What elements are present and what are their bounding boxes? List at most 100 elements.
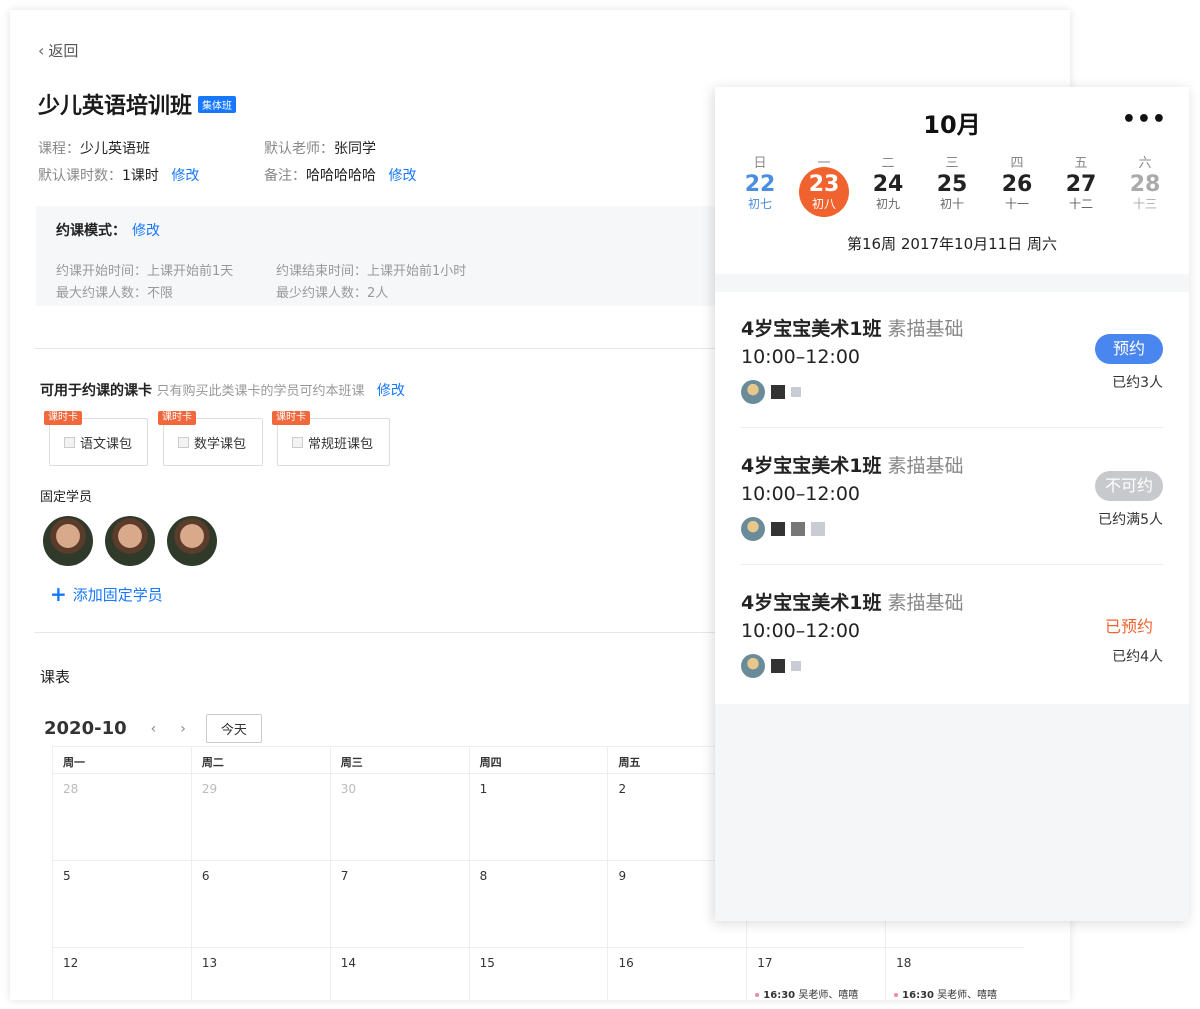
card-name: 数学课包 bbox=[194, 436, 247, 452]
calendar-month: 2020-10 bbox=[44, 718, 127, 739]
mobile-month-title: 10月 bbox=[923, 111, 981, 139]
lesson-item[interactable]: 4岁宝宝美术1班 素描基础 10:00–12:00 不可约 已约满5人 bbox=[741, 429, 1163, 565]
mobile-day[interactable]: 28 十三 bbox=[1113, 173, 1177, 212]
add-fixed-student-button[interactable]: + 添加固定学员 bbox=[50, 582, 163, 606]
lesson-attendees bbox=[741, 380, 801, 404]
calendar-day-cell[interactable]: 30 bbox=[329, 774, 469, 860]
mobile-weekday: 三 bbox=[945, 156, 959, 171]
lesson-item[interactable]: 4岁宝宝美术1班 素描基础 10:00–12:00 已预约 已约4人 bbox=[741, 566, 1163, 702]
lesson-subject: 素描基础 bbox=[887, 592, 964, 614]
mobile-day-number: 27 bbox=[1065, 172, 1097, 197]
calendar-nav: 2020-10 ‹ › 今天 bbox=[44, 714, 262, 743]
calendar-day-number: 18 bbox=[896, 956, 912, 970]
teacher-label: 默认老师： bbox=[264, 141, 334, 157]
calendar-day-cell[interactable]: 12 bbox=[52, 948, 191, 1000]
more-icon[interactable]: ••• bbox=[1122, 107, 1167, 132]
mobile-day[interactable]: 26 十一 bbox=[985, 173, 1049, 212]
mobile-day-lunar: 初十 bbox=[939, 197, 964, 211]
student-avatar[interactable] bbox=[105, 516, 155, 566]
mobile-day-lunar: 十二 bbox=[1068, 197, 1093, 211]
calendar-day-cell[interactable]: 13 bbox=[190, 948, 330, 1000]
mobile-day-lunar: 十一 bbox=[1004, 197, 1029, 211]
edit-note-link[interactable]: 修改 bbox=[388, 168, 416, 184]
event-dot-icon bbox=[755, 993, 760, 997]
course-card-item[interactable]: 课时卡 语文课包 bbox=[44, 411, 148, 466]
event-dot-icon bbox=[894, 993, 899, 997]
card-checkbox[interactable] bbox=[178, 436, 189, 448]
lesson-time: 10:00–12:00 bbox=[741, 346, 861, 368]
cards-section-heading: 可用于约课的课卡 只有购买此类课卡的学员可约本班课 修改 bbox=[40, 380, 405, 400]
mobile-day-lunar: 十三 bbox=[1132, 197, 1157, 211]
card-checkbox[interactable] bbox=[292, 436, 303, 448]
card-checkbox[interactable] bbox=[64, 436, 75, 448]
calendar-day-cell[interactable]: 15 bbox=[468, 948, 608, 1000]
calendar-event[interactable]: 16:30 吴老师、嘻嘻 bbox=[894, 986, 997, 1000]
edit-hours-link[interactable]: 修改 bbox=[171, 168, 199, 184]
back-button[interactable]: ‹ 返回 bbox=[38, 40, 78, 61]
blurred-name-icon bbox=[811, 522, 825, 536]
calendar-day-cell[interactable]: 16 bbox=[607, 948, 746, 1000]
unavailable-button: 不可约 bbox=[1095, 471, 1163, 501]
mobile-day[interactable]: 22 初七 bbox=[728, 173, 792, 212]
lesson-booked-count: 已约4人 bbox=[1112, 649, 1163, 665]
title-row: 少儿英语培训班 集体班 bbox=[38, 88, 237, 120]
lesson-subject: 素描基础 bbox=[887, 318, 964, 340]
calendar-day-cell-17[interactable]: 17 16:30 吴老师、嘻嘻 bbox=[746, 948, 885, 1000]
teacher-avatar bbox=[741, 380, 765, 404]
blurred-name-icon bbox=[791, 522, 805, 536]
next-month-button[interactable]: › bbox=[180, 721, 186, 737]
booked-status: 已预约 bbox=[1104, 617, 1153, 636]
card-type-tag: 课时卡 bbox=[44, 411, 82, 425]
calendar-event[interactable]: 16:30 吴老师、嘻嘻 bbox=[755, 986, 858, 1000]
mobile-weekday: 六 bbox=[1138, 156, 1152, 171]
calendar-day-cell[interactable]: 28 bbox=[52, 774, 191, 860]
mobile-day[interactable]: 24 初九 bbox=[856, 173, 920, 212]
page-title: 少儿英语培训班 bbox=[38, 94, 193, 119]
today-button[interactable]: 今天 bbox=[205, 714, 262, 743]
mobile-day[interactable]: 27 十二 bbox=[1049, 172, 1113, 212]
mobile-day[interactable]: 25 初十 bbox=[920, 173, 984, 212]
student-avatar[interactable] bbox=[167, 516, 217, 566]
calendar-day-cell-18[interactable]: 18 16:30 吴老师、嘻嘻 bbox=[885, 948, 1024, 1000]
prev-month-button[interactable]: ‹ bbox=[151, 721, 157, 737]
booking-mode-heading: 约课模式： 修改 bbox=[56, 220, 160, 240]
calendar-day-cell[interactable]: 7 bbox=[329, 861, 469, 947]
calendar-day-cell[interactable]: 6 bbox=[190, 861, 330, 947]
mobile-day-selected[interactable]: 23 初八 bbox=[792, 167, 856, 217]
schedule-title: 课表 bbox=[40, 668, 71, 686]
calendar-week-row: 12 13 14 15 16 17 16:30 吴老师、嘻嘻 18 16:30 … bbox=[52, 948, 1024, 1000]
hours-label: 默认课时数： bbox=[38, 168, 122, 184]
student-avatar[interactable] bbox=[43, 516, 93, 566]
calendar-day-cell[interactable]: 1 bbox=[468, 774, 608, 860]
course-card-item[interactable]: 课时卡 数学课包 bbox=[158, 411, 263, 466]
chevron-left-icon: ‹ bbox=[38, 41, 45, 60]
lesson-name: 4岁宝宝美术1班 素描基础 bbox=[741, 314, 963, 341]
calendar-day-cell[interactable]: 8 bbox=[468, 861, 608, 947]
card-name: 常规班课包 bbox=[308, 436, 374, 452]
blurred-name-icon bbox=[771, 385, 785, 399]
event-time: 16:30 bbox=[763, 990, 796, 1000]
course-value: 少儿英语班 bbox=[80, 141, 150, 157]
course-card-item[interactable]: 课时卡 常规班课包 bbox=[272, 411, 390, 466]
mobile-day-lunar: 初九 bbox=[875, 197, 900, 211]
calendar-day-cell[interactable]: 29 bbox=[190, 774, 330, 860]
lesson-item[interactable]: 4岁宝宝美术1班 素描基础 10:00–12:00 预约 已约3人 bbox=[741, 292, 1163, 428]
lesson-name: 4岁宝宝美术1班 素描基础 bbox=[741, 588, 963, 615]
event-text: 吴老师、嘻嘻 bbox=[937, 990, 998, 1000]
lesson-booked-count: 已约满5人 bbox=[1098, 512, 1163, 528]
edit-booking-mode-link[interactable]: 修改 bbox=[132, 223, 160, 239]
teacher-value: 张同学 bbox=[334, 141, 376, 157]
booking-mode-title: 约课模式： bbox=[56, 223, 126, 239]
calendar-day-number: 17 bbox=[757, 956, 773, 970]
booking-start-time: 约课开始时间：上课开始前1天 bbox=[56, 264, 234, 279]
edit-cards-link[interactable]: 修改 bbox=[377, 383, 405, 399]
lesson-attendees bbox=[741, 654, 801, 678]
book-button[interactable]: 预约 bbox=[1095, 334, 1163, 364]
weekday-label: 周四 bbox=[468, 747, 608, 773]
calendar-day-cell[interactable]: 5 bbox=[52, 861, 191, 947]
plus-icon: + bbox=[50, 582, 67, 606]
blurred-name-icon bbox=[771, 522, 785, 536]
calendar-day-cell[interactable]: 14 bbox=[329, 948, 469, 1000]
lesson-class-name: 4岁宝宝美术1班 bbox=[741, 455, 882, 477]
divider bbox=[34, 348, 734, 349]
